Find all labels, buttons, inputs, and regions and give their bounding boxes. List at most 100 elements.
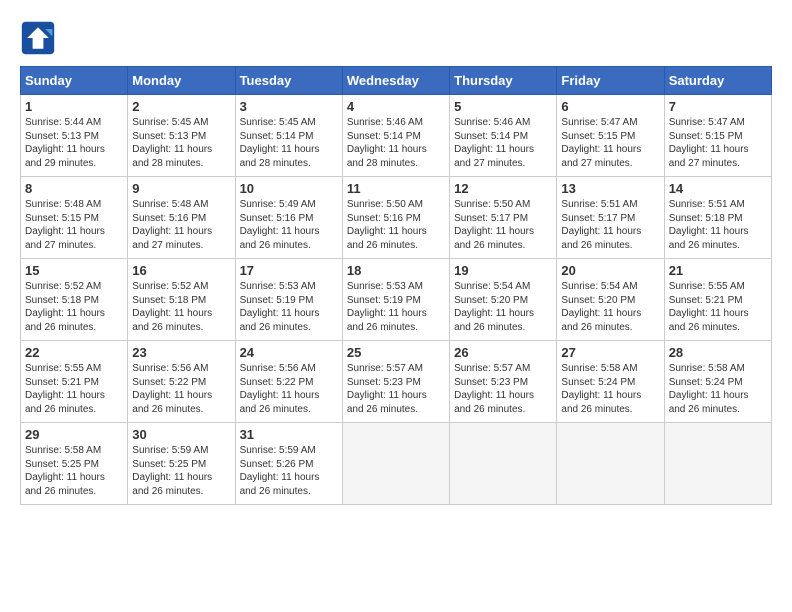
cell-data: Sunrise: 5:49 AM Sunset: 5:16 PM Dayligh…: [240, 198, 338, 252]
calendar-body: 1 Sunrise: 5:44 AM Sunset: 5:13 PM Daylig…: [21, 95, 772, 505]
calendar-cell: 9 Sunrise: 5:48 AM Sunset: 5:16 PM Daylig…: [128, 177, 235, 259]
calendar-week-row: 1 Sunrise: 5:44 AM Sunset: 5:13 PM Daylig…: [21, 95, 772, 177]
day-number: 4: [347, 99, 445, 114]
weekday-header: Wednesday: [342, 67, 449, 95]
calendar-cell: 24 Sunrise: 5:56 AM Sunset: 5:22 PM Dayli…: [235, 341, 342, 423]
calendar-cell: [342, 423, 449, 505]
day-number: 21: [669, 263, 767, 278]
day-number: 25: [347, 345, 445, 360]
day-number: 19: [454, 263, 552, 278]
calendar-cell: [450, 423, 557, 505]
weekday-header: Friday: [557, 67, 664, 95]
cell-data: Sunrise: 5:45 AM Sunset: 5:14 PM Dayligh…: [240, 116, 338, 170]
day-number: 18: [347, 263, 445, 278]
calendar-cell: 23 Sunrise: 5:56 AM Sunset: 5:22 PM Dayli…: [128, 341, 235, 423]
calendar-cell: 28 Sunrise: 5:58 AM Sunset: 5:24 PM Dayli…: [664, 341, 771, 423]
calendar-cell: 31Sunrise: 5:59 AM Sunset: 5:26 PM Dayli…: [235, 423, 342, 505]
day-number: 15: [25, 263, 123, 278]
day-number: 9: [132, 181, 230, 196]
calendar-cell: [664, 423, 771, 505]
calendar-cell: 25 Sunrise: 5:57 AM Sunset: 5:23 PM Dayli…: [342, 341, 449, 423]
calendar-cell: 13 Sunrise: 5:51 AM Sunset: 5:17 PM Dayli…: [557, 177, 664, 259]
day-number: 14: [669, 181, 767, 196]
day-number: 17: [240, 263, 338, 278]
calendar-cell: 3 Sunrise: 5:45 AM Sunset: 5:14 PM Daylig…: [235, 95, 342, 177]
day-number: 1: [25, 99, 123, 114]
cell-data: Sunrise: 5:50 AM Sunset: 5:17 PM Dayligh…: [454, 198, 552, 252]
calendar-cell: 8 Sunrise: 5:48 AM Sunset: 5:15 PM Daylig…: [21, 177, 128, 259]
weekday-header: Sunday: [21, 67, 128, 95]
cell-data: Sunrise: 5:50 AM Sunset: 5:16 PM Dayligh…: [347, 198, 445, 252]
day-number: 13: [561, 181, 659, 196]
calendar-cell: 22 Sunrise: 5:55 AM Sunset: 5:21 PM Dayli…: [21, 341, 128, 423]
calendar-cell: 12 Sunrise: 5:50 AM Sunset: 5:17 PM Dayli…: [450, 177, 557, 259]
weekday-header: Monday: [128, 67, 235, 95]
calendar-cell: 26Sunrise: 5:57 AM Sunset: 5:23 PM Dayli…: [450, 341, 557, 423]
calendar-cell: 11 Sunrise: 5:50 AM Sunset: 5:16 PM Dayli…: [342, 177, 449, 259]
cell-data: Sunrise: 5:58 AM Sunset: 5:24 PM Dayligh…: [561, 362, 659, 416]
cell-data: Sunrise: 5:47 AM Sunset: 5:15 PM Dayligh…: [561, 116, 659, 170]
calendar-cell: 14Sunrise: 5:51 AM Sunset: 5:18 PM Dayli…: [664, 177, 771, 259]
day-number: 16: [132, 263, 230, 278]
calendar-table: SundayMondayTuesdayWednesdayThursdayFrid…: [20, 66, 772, 505]
day-number: 8: [25, 181, 123, 196]
weekday-header: Tuesday: [235, 67, 342, 95]
calendar-cell: 5Sunrise: 5:46 AM Sunset: 5:14 PM Daylig…: [450, 95, 557, 177]
page-header: [20, 20, 772, 56]
logo-icon: [20, 20, 56, 56]
logo: [20, 20, 62, 56]
calendar-cell: 1 Sunrise: 5:44 AM Sunset: 5:13 PM Daylig…: [21, 95, 128, 177]
calendar-cell: 21Sunrise: 5:55 AM Sunset: 5:21 PM Dayli…: [664, 259, 771, 341]
cell-data: Sunrise: 5:51 AM Sunset: 5:17 PM Dayligh…: [561, 198, 659, 252]
cell-data: Sunrise: 5:52 AM Sunset: 5:18 PM Dayligh…: [25, 280, 123, 334]
calendar-cell: 6Sunrise: 5:47 AM Sunset: 5:15 PM Daylig…: [557, 95, 664, 177]
calendar-cell: 16 Sunrise: 5:52 AM Sunset: 5:18 PM Dayli…: [128, 259, 235, 341]
cell-data: Sunrise: 5:48 AM Sunset: 5:15 PM Dayligh…: [25, 198, 123, 252]
calendar-cell: 17 Sunrise: 5:53 AM Sunset: 5:19 PM Dayli…: [235, 259, 342, 341]
calendar-cell: 19Sunrise: 5:54 AM Sunset: 5:20 PM Dayli…: [450, 259, 557, 341]
calendar-cell: 15 Sunrise: 5:52 AM Sunset: 5:18 PM Dayli…: [21, 259, 128, 341]
day-number: 7: [669, 99, 767, 114]
day-number: 12: [454, 181, 552, 196]
calendar-header-row: SundayMondayTuesdayWednesdayThursdayFrid…: [21, 67, 772, 95]
day-number: 10: [240, 181, 338, 196]
day-number: 24: [240, 345, 338, 360]
calendar-cell: 27Sunrise: 5:58 AM Sunset: 5:24 PM Dayli…: [557, 341, 664, 423]
cell-data: Sunrise: 5:55 AM Sunset: 5:21 PM Dayligh…: [25, 362, 123, 416]
cell-data: Sunrise: 5:54 AM Sunset: 5:20 PM Dayligh…: [561, 280, 659, 334]
cell-data: Sunrise: 5:52 AM Sunset: 5:18 PM Dayligh…: [132, 280, 230, 334]
cell-data: Sunrise: 5:59 AM Sunset: 5:25 PM Dayligh…: [132, 444, 230, 498]
calendar-week-row: 15 Sunrise: 5:52 AM Sunset: 5:18 PM Dayli…: [21, 259, 772, 341]
cell-data: Sunrise: 5:46 AM Sunset: 5:14 PM Dayligh…: [347, 116, 445, 170]
day-number: 28: [669, 345, 767, 360]
calendar-cell: 2 Sunrise: 5:45 AM Sunset: 5:13 PM Daylig…: [128, 95, 235, 177]
day-number: 20: [561, 263, 659, 278]
calendar-cell: 10 Sunrise: 5:49 AM Sunset: 5:16 PM Dayli…: [235, 177, 342, 259]
day-number: 31: [240, 427, 338, 442]
cell-data: Sunrise: 5:57 AM Sunset: 5:23 PM Dayligh…: [454, 362, 552, 416]
day-number: 2: [132, 99, 230, 114]
cell-data: Sunrise: 5:56 AM Sunset: 5:22 PM Dayligh…: [240, 362, 338, 416]
day-number: 23: [132, 345, 230, 360]
cell-data: Sunrise: 5:45 AM Sunset: 5:13 PM Dayligh…: [132, 116, 230, 170]
calendar-cell: 4 Sunrise: 5:46 AM Sunset: 5:14 PM Daylig…: [342, 95, 449, 177]
calendar-cell: 30 Sunrise: 5:59 AM Sunset: 5:25 PM Dayli…: [128, 423, 235, 505]
day-number: 22: [25, 345, 123, 360]
day-number: 11: [347, 181, 445, 196]
calendar-cell: [557, 423, 664, 505]
day-number: 5: [454, 99, 552, 114]
day-number: 3: [240, 99, 338, 114]
weekday-header: Thursday: [450, 67, 557, 95]
cell-data: Sunrise: 5:57 AM Sunset: 5:23 PM Dayligh…: [347, 362, 445, 416]
day-number: 30: [132, 427, 230, 442]
cell-data: Sunrise: 5:56 AM Sunset: 5:22 PM Dayligh…: [132, 362, 230, 416]
calendar-week-row: 8 Sunrise: 5:48 AM Sunset: 5:15 PM Daylig…: [21, 177, 772, 259]
cell-data: Sunrise: 5:44 AM Sunset: 5:13 PM Dayligh…: [25, 116, 123, 170]
cell-data: Sunrise: 5:53 AM Sunset: 5:19 PM Dayligh…: [347, 280, 445, 334]
cell-data: Sunrise: 5:58 AM Sunset: 5:24 PM Dayligh…: [669, 362, 767, 416]
cell-data: Sunrise: 5:48 AM Sunset: 5:16 PM Dayligh…: [132, 198, 230, 252]
cell-data: Sunrise: 5:53 AM Sunset: 5:19 PM Dayligh…: [240, 280, 338, 334]
calendar-cell: 29Sunrise: 5:58 AM Sunset: 5:25 PM Dayli…: [21, 423, 128, 505]
cell-data: Sunrise: 5:58 AM Sunset: 5:25 PM Dayligh…: [25, 444, 123, 498]
calendar-week-row: 22 Sunrise: 5:55 AM Sunset: 5:21 PM Dayli…: [21, 341, 772, 423]
